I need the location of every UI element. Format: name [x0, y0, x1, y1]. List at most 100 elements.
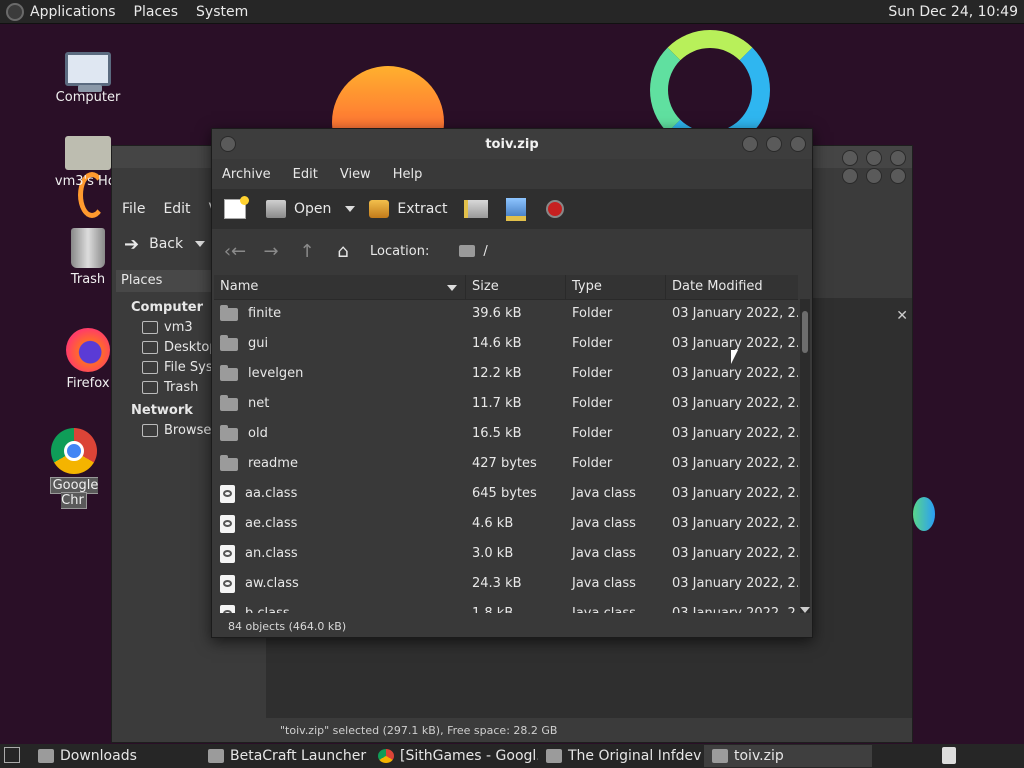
file-name: old: [248, 426, 268, 441]
extract-button[interactable]: Extract: [369, 200, 448, 218]
forward-arrow-icon[interactable]: →: [258, 238, 284, 264]
close-icon[interactable]: [890, 168, 906, 184]
new-archive-icon: [224, 196, 249, 219]
table-row[interactable]: aw.class 24.3 kB Java class 03 January 2022…: [214, 569, 798, 599]
distro-logo-icon[interactable]: [6, 2, 24, 21]
folder-icon: [38, 749, 54, 763]
column-size[interactable]: Size: [466, 275, 566, 299]
taskbar-item-label: BetaCraft Launcher ...: [230, 748, 370, 764]
cell-date-modified: 03 January 2022, 2...: [672, 576, 798, 591]
desktop-icon-chrome[interactable]: Google Chr: [36, 428, 112, 509]
taskbar: Downloads BetaCraft Launcher ... [SithGame…: [30, 745, 872, 767]
scrollbar-thumb[interactable]: [802, 311, 808, 353]
taskbar-item[interactable]: toiv.zip: [704, 745, 872, 767]
archive-status: 84 objects (464.0 kB): [228, 620, 347, 633]
computer-icon: [65, 52, 111, 92]
taskbar-item[interactable]: The Original Infdev ...: [538, 745, 704, 767]
table-row[interactable]: ae.class 4.6 kB Java class 03 January 2022,…: [214, 509, 798, 539]
table-row[interactable]: finite 39.6 kB Folder 03 January 2022, 2...: [214, 299, 798, 329]
file-list: finite 39.6 kB Folder 03 January 2022, 2...…: [214, 299, 798, 613]
up-arrow-icon[interactable]: ↑: [294, 238, 320, 264]
folder-icon: [220, 394, 238, 411]
home-icon[interactable]: ⌂: [330, 238, 356, 264]
window-menu-icon[interactable]: [220, 136, 236, 152]
taskbar-item[interactable]: [SithGames - Googl...: [370, 745, 538, 767]
table-row[interactable]: aa.class 645 bytes Java class 03 January 20…: [214, 479, 798, 509]
table-row[interactable]: old 16.5 kB Folder 03 January 2022, 2...: [214, 419, 798, 449]
table-row[interactable]: gui 14.6 kB Folder 03 January 2022, 2...: [214, 329, 798, 359]
column-name[interactable]: Name: [214, 275, 466, 299]
table-row[interactable]: b.class 1.8 kBJava class03 January 2022, …: [214, 599, 798, 613]
show-desktop-icon[interactable]: [4, 747, 20, 763]
menu-file[interactable]: File: [122, 201, 145, 217]
menu-places[interactable]: Places: [134, 4, 179, 20]
folder-icon: [220, 364, 238, 381]
vertical-scrollbar[interactable]: [800, 299, 810, 613]
menu-archive[interactable]: Archive: [222, 167, 271, 182]
menu-edit[interactable]: Edit: [163, 201, 190, 217]
new-archive-button[interactable]: [224, 196, 249, 219]
notes-tray-icon[interactable]: [942, 747, 956, 764]
table-row[interactable]: readme 427 bytes Folder 03 January 2022, 2.…: [214, 449, 798, 479]
java-class-icon: [220, 545, 235, 563]
table-row[interactable]: an.class 3.0 kB Java class 03 January 2022,…: [214, 539, 798, 569]
desktop-icon-computer[interactable]: Computer: [50, 46, 126, 105]
taskbar-item[interactable]: BetaCraft Launcher ...: [200, 745, 370, 767]
menu-edit[interactable]: Edit: [293, 167, 318, 182]
taskbar-item[interactable]: Downloads: [30, 745, 200, 767]
close-icon[interactable]: [790, 136, 806, 152]
close-icon[interactable]: [890, 150, 906, 166]
menu-help[interactable]: Help: [393, 167, 423, 182]
minimize-icon[interactable]: [842, 150, 858, 166]
open-button[interactable]: Open: [266, 200, 331, 218]
minimize-icon[interactable]: [742, 136, 758, 152]
stop-button[interactable]: [545, 200, 564, 218]
maximize-icon[interactable]: [866, 150, 882, 166]
minimize-icon[interactable]: [842, 168, 858, 184]
cell-type: Java class: [572, 546, 636, 561]
folder-icon: [220, 454, 238, 471]
add-files-icon: [463, 200, 488, 218]
column-type[interactable]: Type: [566, 275, 666, 299]
cell-name: finite: [214, 302, 466, 326]
file-manager-window-buttons: [842, 150, 906, 166]
firefox-icon: [66, 328, 110, 372]
taskbar-item-label: toiv.zip: [734, 748, 784, 764]
cell-size: 427 bytes: [472, 456, 537, 471]
back-history-chevron-icon[interactable]: [195, 241, 206, 247]
scroll-down-icon[interactable]: [800, 607, 810, 613]
sidebar-item-label: Desktop: [164, 340, 218, 355]
file-name: levelgen: [248, 366, 304, 381]
sidebar-item-label: File Syst: [164, 360, 218, 375]
location-path[interactable]: /: [483, 244, 487, 259]
menu-system[interactable]: System: [196, 4, 248, 20]
file-name: ae.class: [245, 516, 298, 531]
menu-view[interactable]: View: [340, 167, 371, 182]
maximize-icon[interactable]: [866, 168, 882, 184]
cell-size: 4.6 kB: [472, 516, 514, 531]
table-row[interactable]: net 11.7 kB Folder 03 January 2022, 2...: [214, 389, 798, 419]
close-pane-icon[interactable]: ✕: [896, 308, 908, 324]
open-label: Open: [294, 201, 332, 217]
open-recent-chevron-icon[interactable]: [345, 206, 356, 212]
menu-applications[interactable]: Applications: [30, 4, 116, 20]
file-name: aa.class: [245, 486, 298, 501]
file-name: gui: [248, 336, 269, 351]
cell-name: aw.class: [214, 572, 466, 596]
archive-titlebar[interactable]: toiv.zip: [212, 129, 812, 159]
cell-name: ae.class: [214, 512, 466, 536]
cell-name: levelgen: [214, 362, 466, 386]
back-arrow-icon[interactable]: ‹←: [222, 238, 248, 264]
add-files-button[interactable]: [463, 200, 488, 218]
add-folder-button[interactable]: [505, 197, 526, 221]
maximize-icon[interactable]: [766, 136, 782, 152]
open-icon: [266, 200, 286, 218]
clock[interactable]: Sun Dec 24, 10:49: [888, 4, 1018, 20]
archive-window-buttons: [742, 136, 806, 152]
column-date-modified[interactable]: Date Modified: [666, 275, 798, 299]
back-arrow-icon[interactable]: ➔: [124, 234, 139, 255]
cell-type: Java class: [572, 486, 636, 501]
list-header: Name Size Type Date Modified: [214, 275, 798, 300]
table-row[interactable]: levelgen 12.2 kB Folder 03 January 2022, 2.…: [214, 359, 798, 389]
back-button[interactable]: Back: [149, 236, 183, 252]
